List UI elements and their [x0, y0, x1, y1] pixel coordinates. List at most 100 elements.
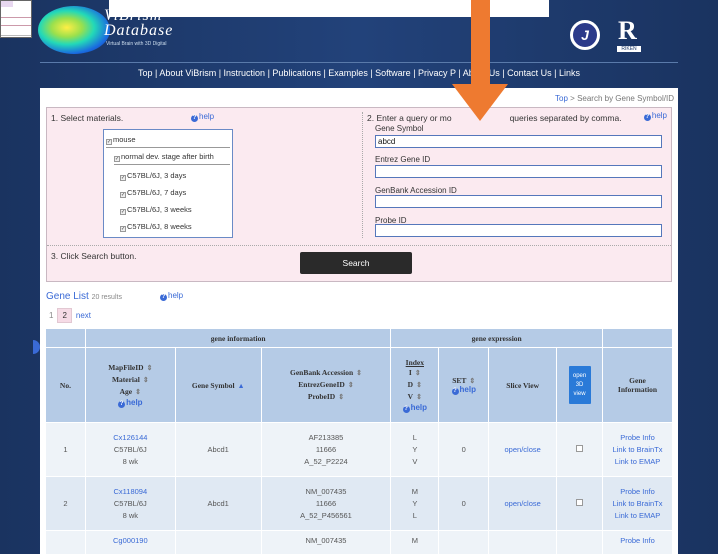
page-2-link[interactable]: 2	[57, 308, 72, 323]
probe-id-input[interactable]	[375, 224, 662, 237]
step1-help-link[interactable]: ? help	[191, 112, 214, 122]
material-item-3days[interactable]: ✓ C57BL/6J, 3 days	[120, 171, 186, 181]
probe-info-link[interactable]: Probe Info	[620, 487, 655, 496]
help-icon: ?	[402, 405, 410, 413]
nav-separator: |	[216, 68, 224, 78]
nav-separator: |	[551, 68, 559, 78]
nav-item-2[interactable]: Instruction	[224, 68, 266, 78]
step2-help-link[interactable]: ? help	[643, 111, 667, 121]
header-gene-symbol[interactable]: Gene Symbol ▲	[174, 347, 262, 423]
table-row: 1 Cx126144 C57BL/6J 8 wk Abcd1 AF213385 116…	[45, 422, 673, 477]
braintx-link[interactable]: Link to BrainTx	[613, 445, 663, 454]
entrez-gene-id-input[interactable]	[375, 165, 662, 178]
header-genbank[interactable]: GenBank Accession ⇕ EntrezGeneID ⇕ ProbeID ⇕	[260, 347, 392, 423]
checkbox-icon[interactable]: ✓	[114, 156, 120, 162]
set-help-link[interactable]: ? help	[439, 385, 488, 395]
cell-links: Probe Info	[602, 530, 673, 554]
genbank-accession-input[interactable]	[375, 195, 662, 208]
header-index[interactable]: Index I ⇕ D ⇕ V ⇕ ? help	[390, 347, 440, 423]
header-gene-expression: gene expression	[390, 328, 604, 348]
table-row: 2 Cx118094 C57BL/6J 8 wk Abcd1 NM_007435 11…	[45, 476, 673, 531]
gene-list-help-link[interactable]: ? help	[160, 291, 183, 301]
emap-link[interactable]: Link to EMAP	[615, 511, 660, 520]
material-item-mouse[interactable]: ✓ mouse	[106, 135, 136, 145]
probe-info-link[interactable]: Probe Info	[620, 536, 655, 545]
material-item-8weeks[interactable]: ✓ C57BL/6J, 8 weeks	[120, 222, 192, 232]
cell-genbank: AF213385 11666 A_52_P2224	[260, 422, 392, 477]
cell-3d-select	[556, 530, 604, 554]
checkbox-icon[interactable]: ✓	[120, 209, 126, 215]
index-help-link[interactable]: ? help	[391, 403, 438, 413]
cell-symbol	[174, 530, 262, 554]
checkbox-icon[interactable]: ✓	[120, 226, 126, 232]
cell-set	[438, 530, 490, 554]
site-title-line2: Database	[104, 22, 174, 39]
materials-tree: ✓ mouse ✓ normal dev. stage after birth ✓ C…	[103, 129, 233, 238]
header-spacer	[602, 328, 673, 348]
open-3d-view-button[interactable]: open 3D view	[568, 366, 591, 404]
help-icon: ?	[191, 115, 198, 122]
gene-table: gene information gene expression No. Map…	[45, 328, 673, 554]
brain-logo[interactable]	[38, 6, 110, 54]
checkbox-icon[interactable]: ✓	[120, 175, 126, 181]
cell-mapfile: Cx118094 C57BL/6J 8 wk	[84, 476, 176, 531]
annotation-arrow	[452, 0, 508, 121]
nav-item-6[interactable]: Privacy P	[418, 68, 456, 78]
mapfile-link[interactable]: Cx126144	[113, 433, 147, 442]
table-row: Cg000190 NM_007435 M Probe Info	[45, 530, 673, 554]
breadcrumb-top-link[interactable]: Top	[555, 94, 568, 103]
checkbox-icon[interactable]: ✓	[106, 139, 112, 145]
riken-logo-icon[interactable]: R RIKEN	[616, 16, 642, 54]
cell-set: 0	[438, 476, 490, 531]
nav-item-4[interactable]: Examples	[328, 68, 368, 78]
header-gene-information: gene information	[84, 328, 392, 348]
header-gene-information-col: Gene Information	[602, 347, 673, 423]
cell-mapfile: Cg000190	[84, 530, 176, 554]
checkbox-icon[interactable]: ✓	[120, 192, 126, 198]
breadcrumb-separator: >	[570, 94, 575, 103]
material-item-7days[interactable]: ✓ C57BL/6J, 7 days	[120, 188, 186, 198]
search-form: 1. Select materials. ? help ✓ mouse ✓ norma…	[46, 107, 672, 282]
slice-open-close-link[interactable]: open/close	[505, 445, 541, 454]
header-mapfile[interactable]: MapFileID ⇕ Material ⇕ Age ⇕ ? help	[84, 347, 176, 423]
step1-label: 1. Select materials.	[51, 113, 124, 123]
probe-info-link[interactable]: Probe Info	[620, 433, 655, 442]
cell-mapfile: Cx126144 C57BL/6J 8 wk	[84, 422, 176, 477]
braintx-link[interactable]: Link to BrainTx	[613, 499, 663, 508]
step3-label: 3. Click Search button.	[51, 251, 137, 261]
cell-slice: open/close	[488, 476, 558, 531]
emap-link[interactable]: Link to EMAP	[615, 457, 660, 466]
slice-open-close-link[interactable]: open/close	[505, 499, 541, 508]
nav-item-3[interactable]: Publications	[272, 68, 321, 78]
mapfile-link[interactable]: Cg000190	[113, 536, 148, 545]
cell-links: Probe Info Link to BrainTx Link to EMAP	[602, 422, 673, 477]
next-page-link[interactable]: next	[72, 309, 95, 322]
breadcrumb-current: Search by Gene Symbol/ID	[577, 94, 674, 103]
page-1: 1	[45, 309, 58, 322]
nav-item-9[interactable]: Links	[559, 68, 580, 78]
nav-item-8[interactable]: Contact Us	[507, 68, 552, 78]
row-checkbox[interactable]	[576, 444, 584, 452]
cell-3d-select	[556, 476, 604, 531]
material-item-3weeks[interactable]: ✓ C57BL/6J, 3 weeks	[120, 205, 192, 215]
header-open3d: open 3D view	[556, 347, 604, 423]
nav-item-1[interactable]: About ViBrism	[159, 68, 216, 78]
cell-symbol: Abcd1	[174, 422, 262, 477]
main-panel: Top > Search by Gene Symbol/ID 1. Select…	[40, 88, 678, 554]
cell-index: LYV	[390, 422, 440, 477]
help-icon: ?	[451, 387, 459, 395]
nav-item-5[interactable]: Software	[375, 68, 411, 78]
cell-no	[45, 530, 86, 554]
search-button[interactable]: Search	[300, 252, 412, 274]
row-checkbox[interactable]	[576, 498, 584, 506]
mapfile-help-link[interactable]: ? help	[86, 398, 175, 408]
nav-divider	[40, 62, 678, 63]
partner-logo-icon[interactable]: J	[570, 20, 600, 50]
gene-symbol-input[interactable]: abcd	[375, 135, 662, 148]
material-item-normal-dev[interactable]: ✓ normal dev. stage after birth	[114, 152, 214, 162]
help-icon: ?	[160, 294, 167, 301]
cell-genbank: NM_007435	[260, 530, 392, 554]
nav-item-0[interactable]: Top	[138, 68, 153, 78]
header-set[interactable]: SET ⇕ ? help	[438, 347, 490, 423]
mapfile-link[interactable]: Cx118094	[114, 487, 148, 496]
